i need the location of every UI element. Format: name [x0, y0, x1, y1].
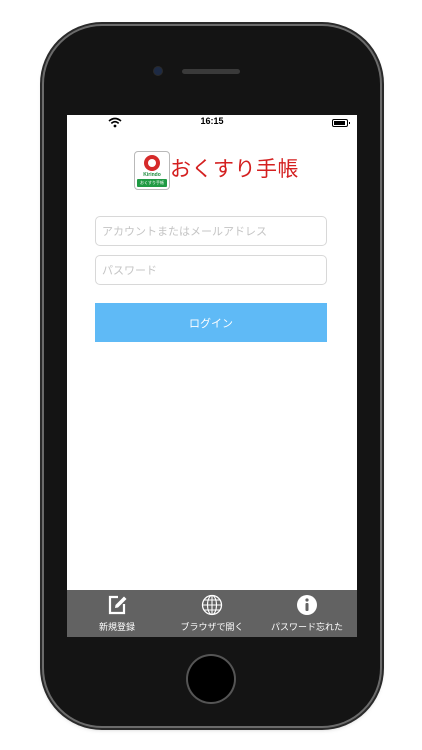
status-bar: 16:15	[67, 115, 357, 131]
tab-new-registration[interactable]: 新規登録	[69, 590, 165, 637]
status-time: 16:15	[200, 116, 224, 126]
app-logo: Kirindo おくすり手帳 おくすり手帳	[134, 151, 299, 190]
login-button[interactable]: ログイン	[95, 303, 327, 342]
password-input[interactable]	[95, 255, 327, 285]
tab-open-browser[interactable]: ブラウザで開く	[164, 590, 260, 637]
tab-label: 新規登録	[98, 623, 135, 633]
globe-icon	[201, 594, 223, 616]
info-icon	[297, 595, 317, 615]
earpiece-speaker	[182, 69, 240, 74]
badge-caption: おくすり手帳	[137, 179, 167, 187]
bottom-tabbar: 新規登録 ブラウザで開く パスワード忘れた	[67, 590, 357, 637]
badge-brand-text: Kirindo	[143, 172, 161, 178]
front-camera	[154, 67, 162, 75]
app-screen: 16:15 Kirindo おくすり手帳 おくすり手帳 ログイン 新規登録	[67, 115, 357, 637]
logo-title: おくすり手帳	[170, 157, 299, 181]
kirindo-badge-icon: Kirindo おくすり手帳	[134, 151, 170, 190]
battery-icon	[332, 119, 350, 127]
account-input[interactable]	[95, 216, 327, 246]
tab-label: パスワード忘れた	[270, 623, 343, 633]
kirindo-mark-icon	[144, 155, 160, 171]
edit-icon	[108, 595, 127, 615]
tab-forgot-password[interactable]: パスワード忘れた	[259, 590, 355, 637]
tab-label: ブラウザで開く	[180, 623, 244, 633]
home-button[interactable]	[188, 656, 234, 702]
